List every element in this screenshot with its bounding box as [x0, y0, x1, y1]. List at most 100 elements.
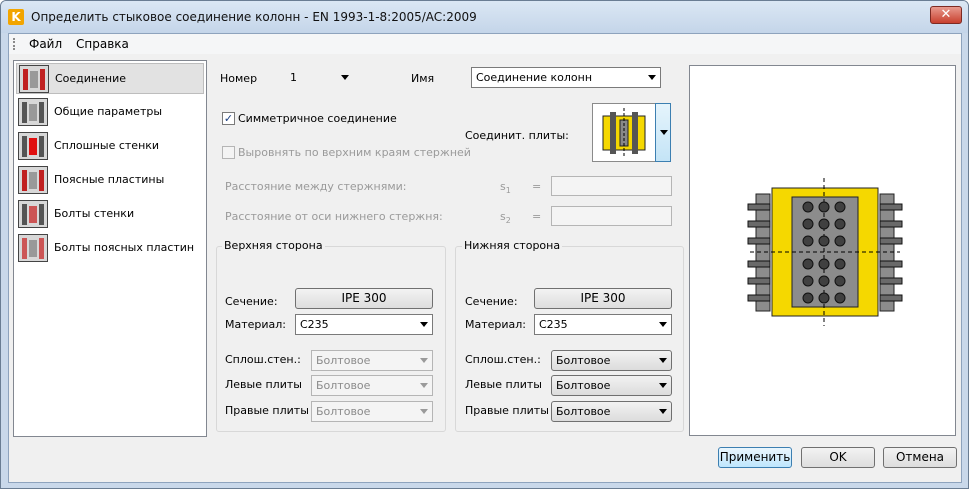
flange-bolt — [747, 220, 771, 228]
connection-preview — [689, 65, 956, 436]
upper-right-value: Болтовое — [316, 405, 371, 418]
number-select[interactable]: 1 — [285, 67, 354, 88]
lower-web-select[interactable]: Болтовое — [551, 350, 672, 371]
chevron-down-icon — [420, 383, 428, 388]
chevron-down-icon — [659, 383, 667, 388]
upper-material-value: C235 — [300, 318, 329, 331]
bolt-head — [802, 235, 814, 247]
ok-button[interactable]: OK — [801, 447, 875, 468]
cancel-button[interactable]: Отмена — [883, 447, 957, 468]
bolt-head — [834, 292, 846, 304]
name-label: Имя — [411, 72, 435, 85]
upper-web-value: Болтовое — [316, 354, 371, 367]
nav-item-general[interactable]: Общие параметры — [16, 97, 204, 128]
chevron-down-icon — [420, 409, 428, 414]
s2-input — [551, 206, 672, 226]
app-logo-icon: K — [8, 9, 24, 25]
nav-item-flange-bolts[interactable]: Болты поясных пластин — [16, 233, 204, 264]
chevron-down-icon — [660, 130, 668, 135]
flange-bolt — [747, 260, 771, 268]
align-checkbox — [222, 146, 235, 159]
general-params-icon — [18, 98, 48, 126]
lower-material-value: C235 — [539, 318, 568, 331]
plate-type-icon — [602, 108, 646, 158]
web-plate-icon — [18, 132, 48, 160]
menu-help[interactable]: Справка — [76, 37, 129, 51]
lower-right-select[interactable]: Болтовое — [551, 401, 672, 422]
plates-picker[interactable] — [592, 103, 671, 162]
lower-side-title: Нижняя сторона — [462, 239, 563, 252]
lower-section-label: Сечение: — [465, 295, 518, 308]
s2-subscript: 2 — [505, 216, 511, 226]
flange-bolt — [747, 277, 771, 285]
plate-type-preview — [592, 103, 656, 162]
sidebar-nav: Соединение Общие параметры Сплошные стен… — [13, 60, 207, 437]
upper-right-select: Болтовое — [311, 401, 433, 422]
name-select[interactable]: Соединение колонн — [471, 67, 661, 88]
close-button[interactable]: ✕ — [930, 6, 962, 24]
upper-section-label: Сечение: — [225, 295, 278, 308]
upper-side-title: Верхняя сторона — [222, 239, 325, 252]
lower-web-label: Сплош.стен.: — [465, 353, 541, 366]
number-value: 1 — [290, 71, 297, 84]
nav-label: Болты поясных пластин — [54, 241, 195, 254]
align-label: Выровнять по верхним краям стержней — [238, 146, 471, 159]
nav-item-web-bolts[interactable]: Болты стенки — [16, 199, 204, 230]
bolt-head — [802, 218, 814, 230]
nav-label: Сплошные стенки — [54, 139, 160, 152]
nav-item-connection[interactable]: Соединение — [16, 63, 204, 94]
flange-bolt — [879, 260, 903, 268]
s1-subscript: 1 — [505, 186, 511, 196]
bolt-head — [818, 235, 830, 247]
bolt-head — [834, 258, 846, 270]
upper-section-button[interactable]: IPE 300 — [295, 288, 433, 309]
lower-left-value: Болтовое — [556, 379, 611, 392]
web-bolts-icon — [18, 200, 48, 228]
s2-label: s2 — [500, 210, 511, 225]
lower-web-value: Болтовое — [556, 354, 611, 367]
flange-bolt — [747, 203, 771, 211]
number-label: Номер — [220, 72, 258, 85]
offset-label: Расстояние от оси нижнего стержня: — [225, 210, 443, 223]
name-value: Соединение колонн — [476, 71, 593, 84]
dialog-client-area: Файл Справка Соединение Общие параметры — [8, 33, 962, 483]
nav-item-flange-plates[interactable]: Поясные пластины — [16, 165, 204, 196]
upper-web-label: Сплош.стен.: — [225, 353, 301, 366]
s1-label: s1 — [500, 180, 511, 195]
upper-material-select[interactable]: C235 — [295, 314, 433, 335]
upper-left-value: Болтовое — [316, 379, 371, 392]
menu-file[interactable]: Файл — [29, 37, 62, 51]
chevron-down-icon — [659, 322, 667, 327]
lower-right-value: Болтовое — [556, 405, 611, 418]
bolt-head — [818, 275, 830, 287]
lower-material-label: Материал: — [465, 318, 527, 331]
lower-section-button[interactable]: IPE 300 — [534, 288, 672, 309]
flange-bolt — [879, 294, 903, 302]
menu-grip-icon — [13, 38, 15, 50]
lower-right-label: Правые плиты — [465, 404, 549, 417]
bolt-head — [802, 258, 814, 270]
splice-drawing — [747, 178, 903, 326]
chevron-down-icon — [420, 322, 428, 327]
apply-button[interactable]: Применить — [718, 447, 792, 468]
plates-dropdown-button[interactable] — [655, 103, 671, 162]
s1-equals: = — [532, 180, 542, 193]
flange-bolt — [879, 237, 903, 245]
nav-label: Общие параметры — [54, 105, 163, 118]
column-joint-icon — [19, 65, 49, 93]
bolt-head — [802, 201, 814, 213]
lower-left-select[interactable]: Болтовое — [551, 375, 672, 396]
upper-material-label: Материал: — [225, 318, 287, 331]
lower-material-select[interactable]: C235 — [534, 314, 672, 335]
dialog-window: K Определить стыковое соединение колонн … — [0, 0, 969, 489]
upper-left-select: Болтовое — [311, 375, 433, 396]
symmetric-checkbox[interactable]: ✓ — [222, 112, 235, 125]
chevron-down-icon — [341, 75, 349, 80]
symmetric-label: Симметричное соединение — [238, 112, 397, 125]
nav-item-web-plates[interactable]: Сплошные стенки — [16, 131, 204, 162]
title-bar[interactable]: K Определить стыковое соединение колонн … — [1, 1, 968, 33]
flange-bolts-icon — [18, 234, 48, 262]
bolt-head — [818, 292, 830, 304]
bolt-head — [834, 235, 846, 247]
bolt-head — [802, 275, 814, 287]
